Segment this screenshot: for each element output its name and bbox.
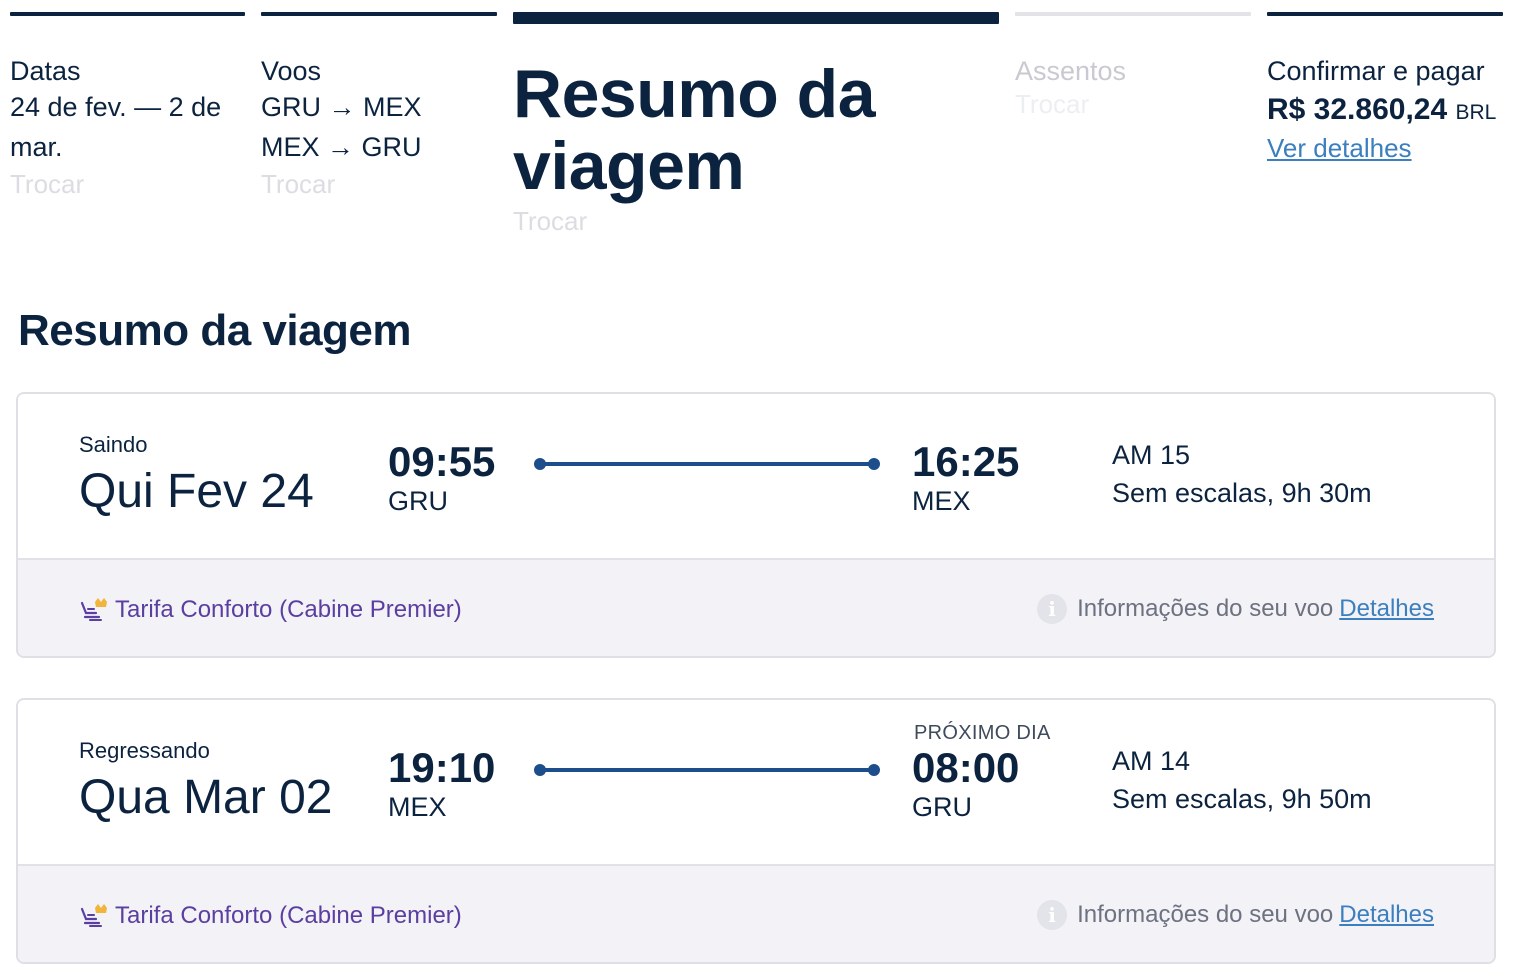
route-connector (540, 462, 874, 466)
fare-class: Tarifa Conforto (Cabine Premier) (79, 596, 462, 624)
flight-direction-label: Saindo (79, 432, 148, 457)
departure-airport: MEX (388, 792, 447, 822)
step-confirm-pay[interactable]: Confirmar e pagar R$ 32.860,24 BRL Ver d… (1267, 12, 1503, 242)
step-summary-bar (513, 12, 999, 24)
step-dates-title: Datas (10, 56, 81, 86)
step-flights-bar (261, 12, 497, 16)
flight-direction-label: Regressando (79, 738, 210, 763)
departure-airport: GRU (388, 486, 448, 516)
flight-details-link[interactable]: Detalhes (1339, 595, 1434, 623)
flight-number: AM 14 (1112, 746, 1191, 776)
route-origin-dot (534, 764, 546, 776)
flight-details-link[interactable]: Detalhes (1339, 901, 1434, 929)
arrival-airport: MEX (912, 486, 971, 516)
info-icon: i (1037, 594, 1068, 624)
flight-card-outbound: Saindo Qui Fev 24 09:55 GRU 16:25 MEX AM… (16, 392, 1496, 658)
flight-date: Qua Mar 02 (79, 771, 333, 824)
step-pay-bar (1267, 12, 1503, 16)
fare-class-label: Tarifa Conforto (Cabine Premier) (115, 902, 462, 929)
departure-time: 09:55 (388, 438, 496, 485)
route-origin-dot (534, 458, 546, 470)
total-price: R$ 32.860,24 BRL (1267, 93, 1503, 127)
see-details-link[interactable]: Ver detalhes (1267, 133, 1412, 164)
step-summary-title-line2: viagem (513, 128, 745, 204)
step-flights-change-link[interactable]: Trocar (261, 169, 497, 200)
page-title: Resumo da viagem (18, 306, 412, 355)
step-seats-bar (1015, 12, 1251, 16)
route-line (534, 458, 880, 470)
flight-stops-duration: Sem escalas, 9h 50m (1112, 784, 1372, 814)
step-dates[interactable]: Datas 24 de fev. — 2 de mar. Trocar (10, 12, 245, 242)
step-summary: Resumo da viagem Trocar (513, 12, 999, 242)
step-summary-change-link[interactable]: Trocar (513, 206, 999, 237)
total-price-value: R$ 32.860,24 (1267, 93, 1448, 126)
step-summary-title: Resumo da viagem (513, 58, 999, 202)
flight-info: i Informações do seu voo Detalhes (1037, 900, 1434, 930)
step-flights[interactable]: Voos GRU → MEX MEX → GRU Trocar (261, 12, 497, 242)
fare-class: Tarifa Conforto (Cabine Premier) (79, 902, 462, 930)
route-destination-dot (868, 764, 880, 776)
step-seats[interactable]: Assentos Trocar (1015, 12, 1251, 242)
route-connector (540, 768, 874, 772)
flight-info: i Informações do seu voo Detalhes (1037, 594, 1434, 624)
step-seats-change-link[interactable]: Trocar (1015, 89, 1251, 120)
step-flights-return: MEX → GRU (261, 132, 422, 162)
step-dates-change-link[interactable]: Trocar (10, 169, 245, 200)
arrival-time: 08:00 (912, 744, 1020, 791)
step-summary-title-line1: Resumo da (513, 56, 876, 132)
step-dates-bar (10, 12, 245, 16)
step-flights-title: Voos (261, 56, 322, 86)
total-price-currency: BRL (1455, 101, 1497, 124)
arrival-time: 16:25 (912, 438, 1020, 485)
flight-info-text: Informações do seu voo (1077, 595, 1334, 622)
flight-card-return: Regressando Qua Mar 02 19:10 MEX PRÓXIMO… (16, 698, 1496, 964)
step-dates-range: 24 de fev. — 2 de (10, 92, 222, 122)
info-icon: i (1037, 900, 1068, 930)
flight-info-text: Informações do seu voo (1077, 901, 1334, 928)
step-pay-title: Confirmar e pagar (1267, 56, 1485, 86)
arrival-airport: GRU (912, 792, 972, 822)
flight-stops-duration: Sem escalas, 9h 30m (1112, 478, 1372, 508)
flight-date: Qui Fev 24 (79, 465, 314, 518)
route-destination-dot (868, 458, 880, 470)
flight-number: AM 15 (1112, 440, 1191, 470)
premier-seat-icon (79, 903, 109, 929)
step-dates-range-cont: mar. (10, 132, 63, 162)
premier-seat-icon (79, 597, 109, 623)
departure-time: 19:10 (388, 744, 496, 791)
step-seats-title: Assentos (1015, 56, 1127, 86)
fare-class-label: Tarifa Conforto (Cabine Premier) (115, 596, 462, 623)
step-flights-outbound: GRU → MEX (261, 92, 422, 122)
next-day-badge: PRÓXIMO DIA (914, 722, 1051, 744)
route-line (534, 764, 880, 776)
